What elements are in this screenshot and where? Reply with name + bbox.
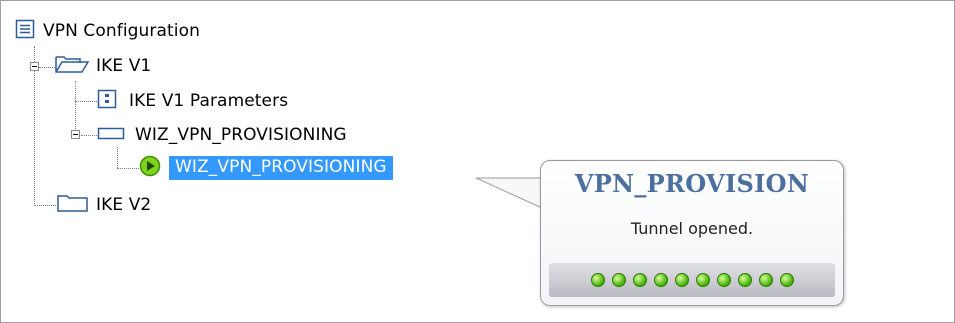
- collapse-toggle-ike-v1[interactable]: [30, 62, 39, 71]
- green-play-icon: [139, 155, 161, 181]
- tree-node-ike-v1[interactable]: IKE V1: [54, 54, 151, 78]
- tree-node-label-selected: WIZ_VPN_PROVISIONING: [169, 156, 393, 180]
- tree-connector: [117, 168, 139, 169]
- tree-node-label: IKE V2: [96, 195, 152, 215]
- folder-icon: [56, 192, 90, 218]
- status-led: [590, 273, 605, 287]
- tree-connector: [81, 135, 97, 136]
- tree-connector: [117, 147, 118, 168]
- tooltip-pointer: [476, 177, 543, 209]
- tree-node-root[interactable]: VPN Configuration: [15, 19, 200, 43]
- tree-node-label: IKE V1: [96, 56, 152, 76]
- tooltip-message: Tunnel opened.: [630, 219, 754, 238]
- tree-connector: [75, 81, 76, 137]
- status-led: [779, 273, 794, 287]
- tree-node-wiz-tunnel[interactable]: WIZ_VPN_PROVISIONING: [139, 155, 393, 181]
- tree-node-label: WIZ_VPN_PROVISIONING: [135, 125, 347, 145]
- status-led: [611, 273, 626, 287]
- rectangle-icon: [97, 125, 125, 145]
- collapse-toggle-wiz-group[interactable]: [71, 130, 80, 139]
- tree-node-ike-v2[interactable]: IKE V2: [56, 193, 151, 217]
- tree-connector: [34, 205, 56, 206]
- status-led: [737, 273, 752, 287]
- status-led: [695, 273, 710, 287]
- tree-connector: [75, 101, 97, 102]
- tunnel-status-tooltip: VPN_PROVISION Tunnel opened.: [540, 160, 844, 306]
- open-folder-icon: [54, 53, 90, 79]
- tree-node-wiz-group[interactable]: WIZ_VPN_PROVISIONING: [97, 123, 347, 147]
- status-led: [758, 273, 773, 287]
- status-indicator-bar: [549, 263, 835, 297]
- tree-node-label: VPN Configuration: [43, 21, 200, 41]
- tree-connector: [39, 67, 55, 68]
- parameters-icon: [97, 89, 117, 113]
- tree-node-label: IKE V1 Parameters: [129, 91, 289, 111]
- list-icon: [15, 19, 35, 43]
- status-led: [716, 273, 731, 287]
- tree-node-ike-v1-parameters[interactable]: IKE V1 Parameters: [97, 89, 288, 113]
- tooltip-title: VPN_PROVISION: [574, 169, 810, 198]
- status-led: [674, 273, 689, 287]
- status-led: [632, 273, 647, 287]
- status-led: [653, 273, 668, 287]
